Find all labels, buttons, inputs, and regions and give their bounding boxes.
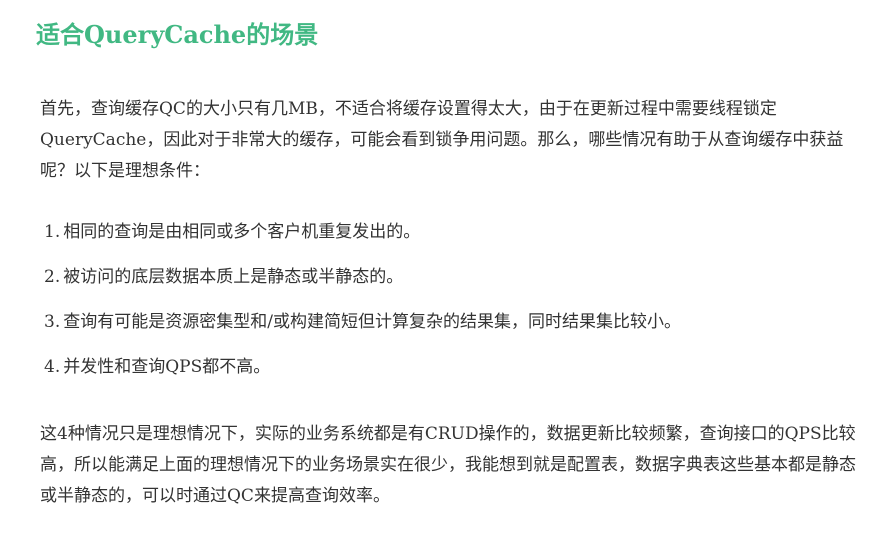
list-item: 4. 并发性和查询QPS都不高。	[44, 352, 864, 383]
list-item: 3. 查询有可能是资源密集型和/或构建简短但计算复杂的结果集，同时结果集比较小。	[44, 307, 864, 338]
list-item-text: 相同的查询是由相同或多个客户机重复发出的。	[63, 222, 421, 242]
section-heading: 适合QueryCache的场景	[36, 20, 319, 49]
list-item: 2. 被访问的底层数据本质上是静态或半静态的。	[44, 262, 864, 293]
list-item-text: 被访问的底层数据本质上是静态或半静态的。	[63, 267, 404, 287]
list-item-number: 3.	[44, 312, 61, 332]
conclusion-paragraph: 这4种情况只是理想情况下，实际的业务系统都是有CRUD操作的，数据更新比较频繁，…	[40, 424, 856, 506]
list-item-number: 4.	[44, 357, 61, 377]
list-item-text: 查询有可能是资源密集型和/或构建简短但计算复杂的结果集，同时结果集比较小。	[63, 312, 681, 332]
list-item-text: 并发性和查询QPS都不高。	[63, 357, 271, 377]
article-page: 适合QueryCache的场景 首先，查询缓存QC的大小只有几MB，不适合将缓存…	[0, 0, 894, 556]
list-item-number: 1.	[44, 222, 61, 242]
list-item-number: 2.	[44, 267, 61, 287]
conditions-list: 1. 相同的查询是由相同或多个客户机重复发出的。 2. 被访问的底层数据本质上是静态…	[44, 217, 864, 397]
intro-paragraph: 首先，查询缓存QC的大小只有几MB，不适合将缓存设置得太大，由于在更新过程中需要…	[40, 99, 844, 181]
list-item: 1. 相同的查询是由相同或多个客户机重复发出的。	[44, 217, 864, 248]
